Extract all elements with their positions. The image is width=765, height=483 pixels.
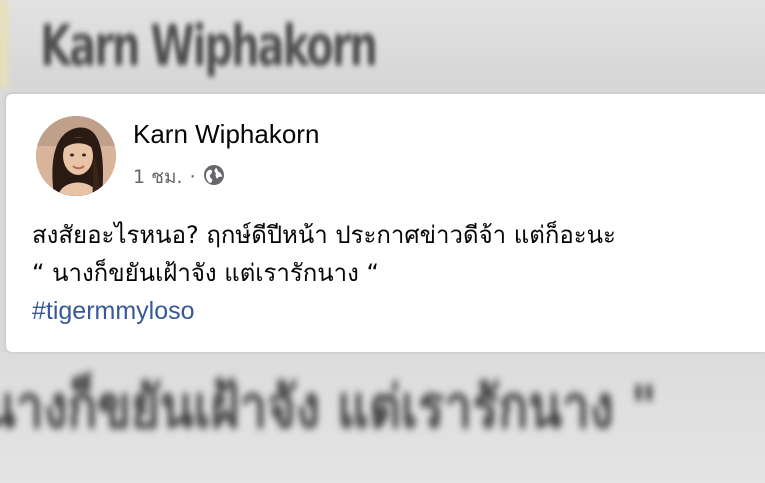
blurred-post-text: นางก็ขยันเฝ้าจัง แต่เรารักนาง "	[0, 373, 657, 441]
hashtag-link[interactable]: #tigermmyloso	[32, 292, 195, 330]
post-text-line-1: สงสัยอะไรหนอ? ฤกษ์ดีปีหน้า ประกาศข่าวดีจ…	[32, 221, 616, 249]
globe-icon[interactable]	[203, 164, 225, 191]
post-meta: 1 ชม. ·	[133, 164, 225, 190]
meta-separator: ·	[189, 166, 196, 188]
background-top-blurred: Karn Wiphakorn	[0, 0, 765, 88]
post-body: สงสัยอะไรหนอ? ฤกษ์ดีปีหน้า ประกาศข่าวดีจ…	[32, 216, 757, 330]
blurred-author-name: Karn Wiphakorn	[40, 14, 378, 79]
post-timestamp[interactable]: 1 ชม.	[133, 162, 183, 192]
background-accent	[0, 0, 8, 88]
avatar-photo	[36, 116, 116, 196]
post-text-line-2: “ นางก็ขยันเฝ้าจัง แต่เรารักนาง “	[32, 259, 379, 287]
avatar[interactable]	[36, 116, 116, 196]
post-card: Karn Wiphakorn 1 ชม. · สงสัยอะไรหนอ? ฤกษ…	[6, 94, 765, 352]
author-name[interactable]: Karn Wiphakorn	[133, 119, 319, 150]
